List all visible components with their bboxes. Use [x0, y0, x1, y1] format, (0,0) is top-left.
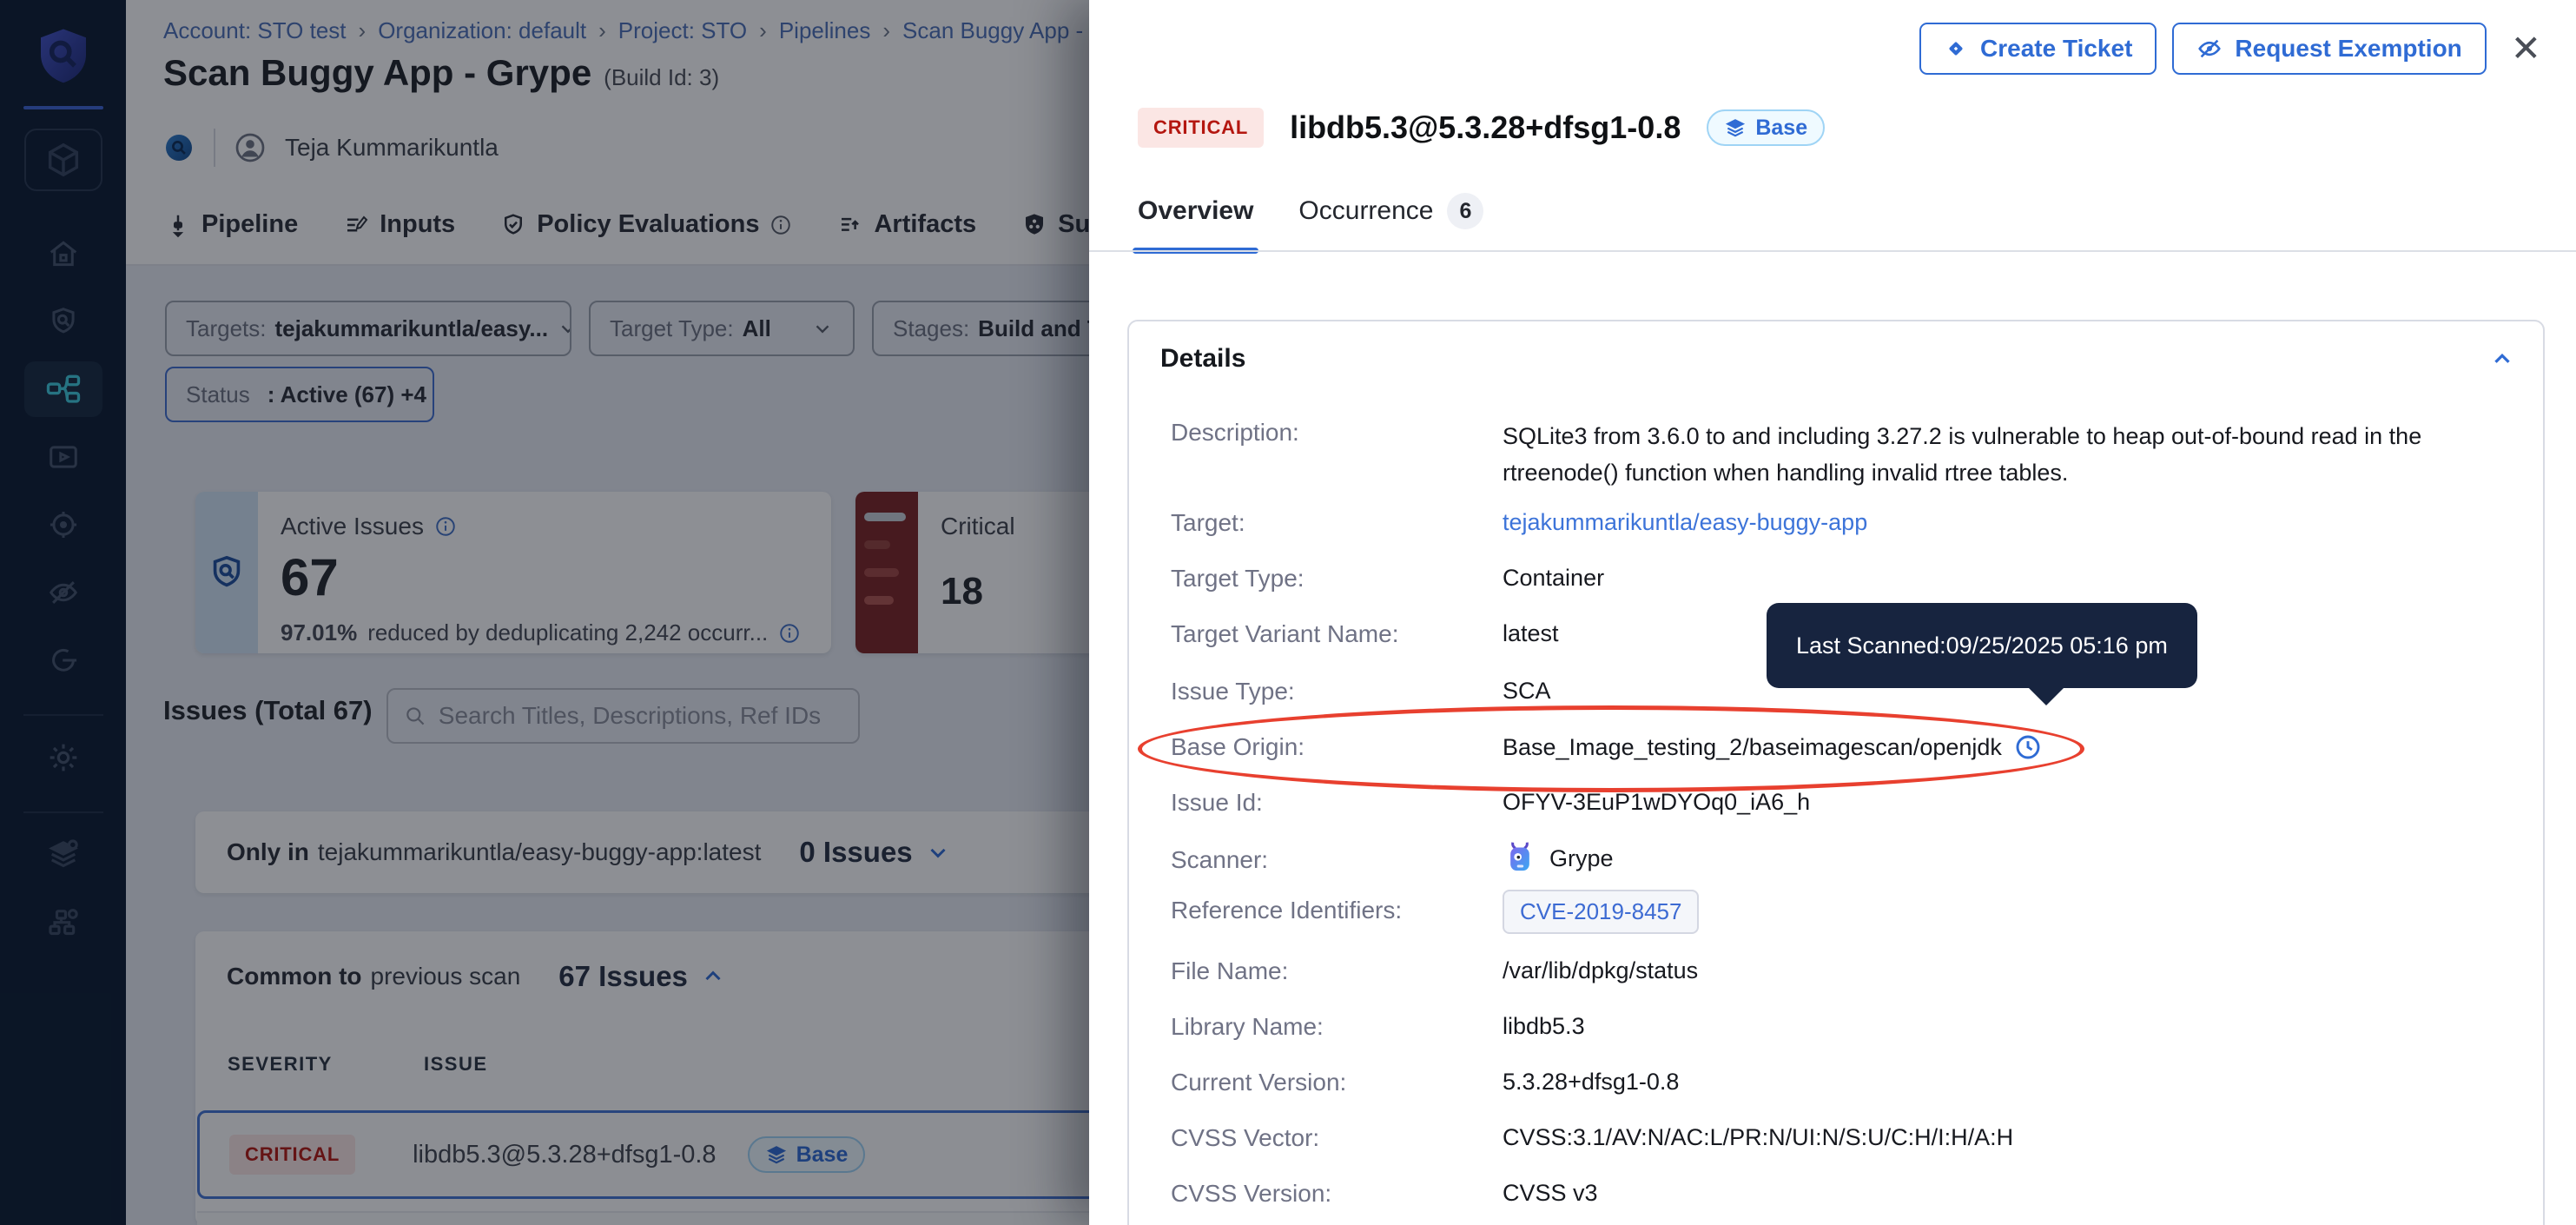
base-tag: Base — [1707, 109, 1825, 146]
request-exemption-button[interactable]: Request Exemption — [2172, 23, 2486, 75]
issue-header: CRITICAL libdb5.3@5.3.28+dfsg1-0.8 Base — [1138, 108, 1825, 148]
tabs-divider — [1089, 250, 2576, 252]
details-heading: Details — [1160, 344, 1245, 374]
cve-chip[interactable]: CVE-2019-8457 — [1503, 890, 1699, 934]
app-window: Account: STO test › Organization: defaul… — [0, 0, 2576, 1225]
last-scanned-tooltip: Last Scanned:09/25/2025 05:16 pm — [1767, 603, 2197, 688]
eye-slash-icon — [2196, 36, 2223, 62]
create-ticket-button[interactable]: Create Ticket — [1919, 23, 2157, 75]
close-icon[interactable]: ✕ — [2502, 30, 2550, 67]
tab-overview[interactable]: Overview — [1138, 193, 1253, 254]
drawer-backdrop[interactable] — [0, 0, 1089, 1225]
layers-icon — [1724, 116, 1747, 139]
clock-icon[interactable] — [2014, 733, 2042, 761]
drawer-actions: Create Ticket Request Exemption ✕ — [1919, 23, 2550, 75]
target-link[interactable]: tejakummarikuntla/easy-buggy-app — [1503, 509, 1867, 536]
grype-scanner-icon — [1503, 839, 1537, 877]
tab-occurrence[interactable]: Occurrence 6 — [1298, 193, 1483, 254]
drawer-tabs: Overview Occurrence 6 — [1138, 193, 1483, 254]
details-card: Details Description: SQLite3 from 3.6.0 … — [1127, 320, 2545, 1225]
occurrence-count-badge: 6 — [1447, 193, 1483, 229]
issue-details-drawer: Create Ticket Request Exemption ✕ CRITIC… — [1089, 0, 2576, 1225]
issue-title: libdb5.3@5.3.28+dfsg1-0.8 — [1290, 109, 1681, 146]
severity-badge: CRITICAL — [1138, 108, 1264, 148]
collapse-chevron-up-icon[interactable] — [2489, 346, 2515, 372]
ticket-diamond-icon — [1944, 36, 1968, 61]
